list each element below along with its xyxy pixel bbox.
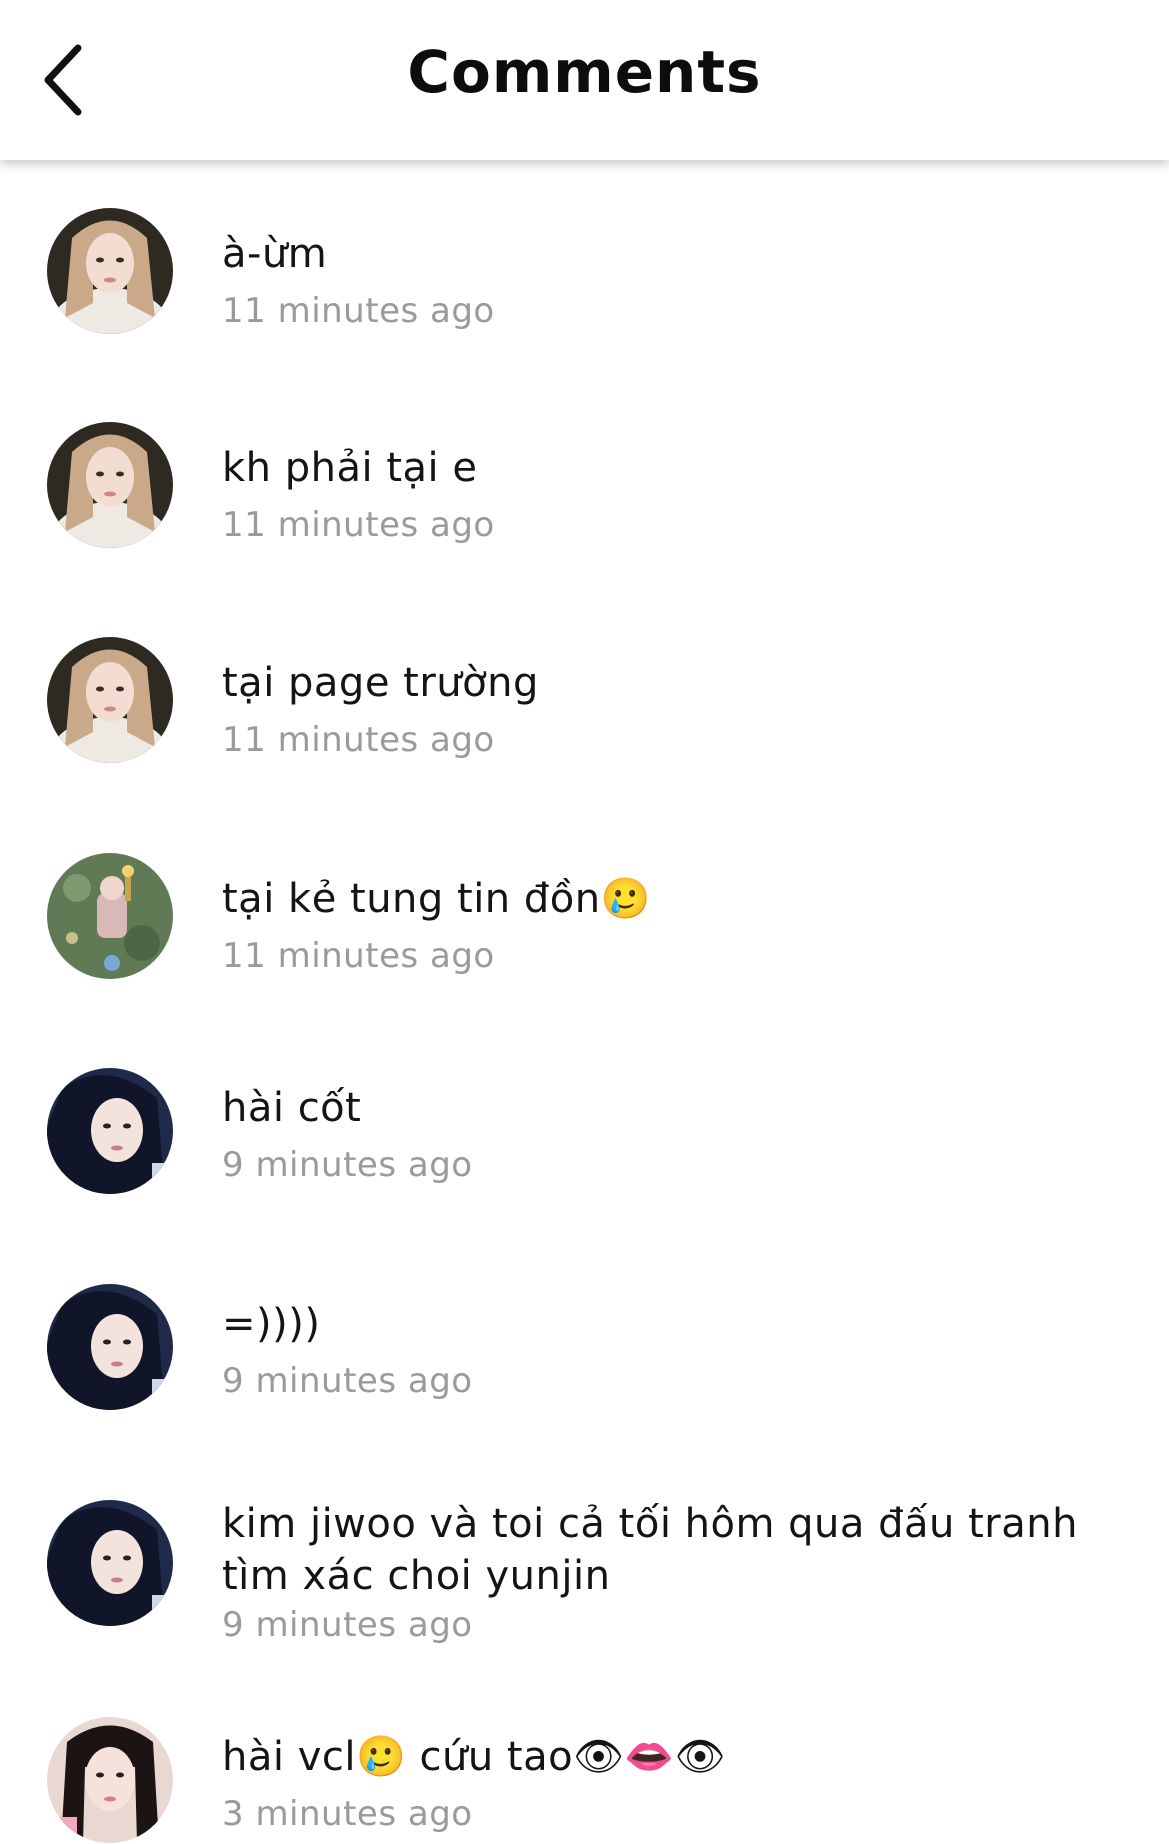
comment-timestamp: 9 minutes ago (222, 1605, 473, 1645)
comment-text: kim jiwoo và toi cả tối hôm qua đấu tran… (222, 1501, 1078, 1599)
comment-text: à-ừm (222, 231, 328, 277)
comment-timestamp: 11 minutes ago (222, 720, 495, 760)
comment-text: kh phải tại e (222, 445, 478, 491)
avatar[interactable] (47, 853, 173, 979)
comment-timestamp: 11 minutes ago (222, 936, 495, 976)
avatar[interactable] (47, 208, 173, 334)
comment-text: =)))) (222, 1301, 321, 1347)
comment-timestamp: 9 minutes ago (222, 1361, 473, 1401)
top-bar: Comments (0, 0, 1169, 160)
comment-timestamp: 11 minutes ago (222, 505, 495, 545)
avatar[interactable] (47, 422, 173, 548)
comment-timestamp: 9 minutes ago (222, 1145, 473, 1185)
comment-text: hài cốt (222, 1085, 362, 1131)
avatar[interactable] (47, 1717, 173, 1843)
avatar[interactable] (47, 1500, 173, 1626)
avatar[interactable] (47, 637, 173, 763)
comment-text: tại kẻ tung tin đồn🥲 (222, 876, 651, 922)
avatar[interactable] (47, 1068, 173, 1194)
comment-text: tại page trường (222, 660, 539, 706)
page-title: Comments (407, 38, 762, 106)
avatar[interactable] (47, 1284, 173, 1410)
comment-timestamp: 3 minutes ago (222, 1794, 473, 1834)
comment-text: hài vcl🥲 cứu tao👁👄👁 (222, 1734, 726, 1780)
comment-timestamp: 11 minutes ago (222, 291, 495, 331)
